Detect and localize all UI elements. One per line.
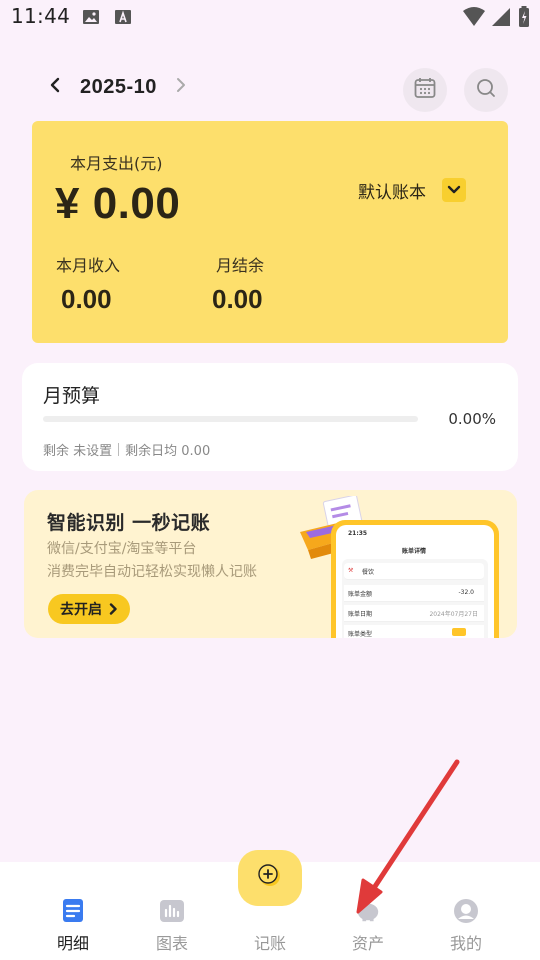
next-month-button[interactable] [170, 76, 192, 98]
piggy-bank-icon [355, 898, 381, 924]
phone-row-category: ⚒ 餐饮 [344, 563, 484, 580]
profile-icon [453, 898, 479, 924]
expense-amount: ¥ 0.00 [55, 179, 181, 228]
budget-progress-bar [43, 416, 418, 422]
phone-screen: 21:35 账单详情 ⚒ 餐饮 账单金额 -32.0 账单日期 2024年07月… [336, 525, 494, 638]
bottom-navigation: 明细 图表 记账 资产 我的 [0, 850, 540, 960]
nav-item-record[interactable]: 记账 [230, 898, 310, 954]
income-amount: 0.00 [61, 284, 112, 314]
phone-category-icon: ⚒ [348, 567, 354, 574]
nav-label-profile: 我的 [449, 934, 482, 953]
nav-label-details: 明细 [56, 934, 89, 953]
status-time: 11:44 [11, 4, 71, 28]
phone-amount-label: 账单金额 [348, 591, 373, 598]
battery-icon [518, 6, 530, 32]
search-button[interactable] [464, 68, 508, 112]
nav-item-assets[interactable]: 资产 [328, 898, 408, 954]
phone-date-label: 账单日期 [348, 611, 373, 618]
calendar-button[interactable] [403, 68, 447, 112]
search-icon [475, 77, 497, 103]
phone-row-amount: 账单金额 -32.0 [344, 585, 484, 602]
phone-row-type: 账单类型 [344, 625, 484, 638]
monthly-budget-card[interactable]: 月预算 0.00% 剩余 未设置 剩余日均 0.00 [22, 363, 518, 471]
phone-type-label: 账单类型 [348, 631, 373, 638]
ledger-selector[interactable]: 默认账本 [358, 177, 466, 203]
status-bar: 11:44 [0, 0, 540, 36]
divider [118, 443, 120, 456]
add-icon [257, 863, 283, 893]
ledger-name: 默认账本 [358, 182, 426, 203]
phone-amount-value: -32.0 [458, 589, 474, 596]
phone-screen-title: 账单详情 [402, 548, 427, 555]
income-label: 本月收入 [56, 256, 121, 275]
chevron-down-icon [442, 178, 466, 202]
phone-time: 21:35 [348, 530, 368, 537]
budget-title: 月预算 [43, 385, 101, 407]
font-notification-icon [114, 8, 132, 30]
budget-daily-remaining: 剩余日均 0.00 [125, 444, 211, 459]
month-label[interactable]: 2025-10 [80, 76, 157, 99]
budget-remaining: 剩余 未设置 [43, 444, 113, 459]
phone-category: 餐饮 [362, 569, 375, 576]
phone-mockup: 21:35 账单详情 ⚒ 餐饮 账单金额 -32.0 账单日期 2024年07月… [331, 520, 499, 638]
nav-item-details[interactable]: 明细 [33, 898, 113, 954]
signal-icon [489, 6, 511, 32]
phone-row-date: 账单日期 2024年07月27日 [344, 605, 484, 622]
enable-button[interactable]: 去开启 [48, 594, 130, 624]
chart-icon [159, 898, 185, 924]
nav-label-assets: 资产 [351, 934, 384, 953]
phone-date-value: 2024年07月27日 [429, 611, 478, 618]
wifi-icon [462, 6, 486, 32]
nav-item-profile[interactable]: 我的 [426, 898, 506, 954]
promo-line-1: 微信/支付宝/淘宝等平台 [47, 541, 197, 557]
list-doc-icon [60, 898, 86, 924]
calendar-icon [413, 76, 437, 104]
expense-label: 本月支出(元) [70, 154, 163, 173]
monthly-summary-card: 本月支出(元) ¥ 0.00 默认账本 本月收入 月结余 0.00 0.00 [32, 121, 508, 343]
nav-item-charts[interactable]: 图表 [132, 898, 212, 954]
promo-title: 智能识别 一秒记账 [47, 512, 211, 534]
smart-recognition-banner[interactable]: 智能识别 一秒记账 微信/支付宝/淘宝等平台 消费完毕自动记轻松实现懒人记账 去… [24, 490, 517, 638]
image-notification-icon [82, 8, 100, 30]
nav-icon-spacer [257, 898, 283, 924]
balance-amount: 0.00 [212, 284, 263, 314]
promo-line-2: 消费完毕自动记轻松实现懒人记账 [47, 564, 257, 580]
phone-type-chip [452, 628, 466, 636]
enable-button-label: 去开启 [60, 602, 102, 618]
chevron-right-icon [108, 603, 118, 615]
header: 2025-10 [0, 60, 540, 116]
chevron-left-icon [48, 77, 62, 97]
prev-month-button[interactable] [44, 76, 66, 98]
nav-label-charts: 图表 [155, 934, 188, 953]
balance-label: 月结余 [216, 256, 265, 275]
budget-meta: 剩余 未设置 剩余日均 0.00 [43, 440, 210, 459]
nav-label-record: 记账 [253, 934, 286, 953]
chevron-right-icon [174, 77, 188, 97]
budget-percent: 0.00% [448, 410, 496, 428]
